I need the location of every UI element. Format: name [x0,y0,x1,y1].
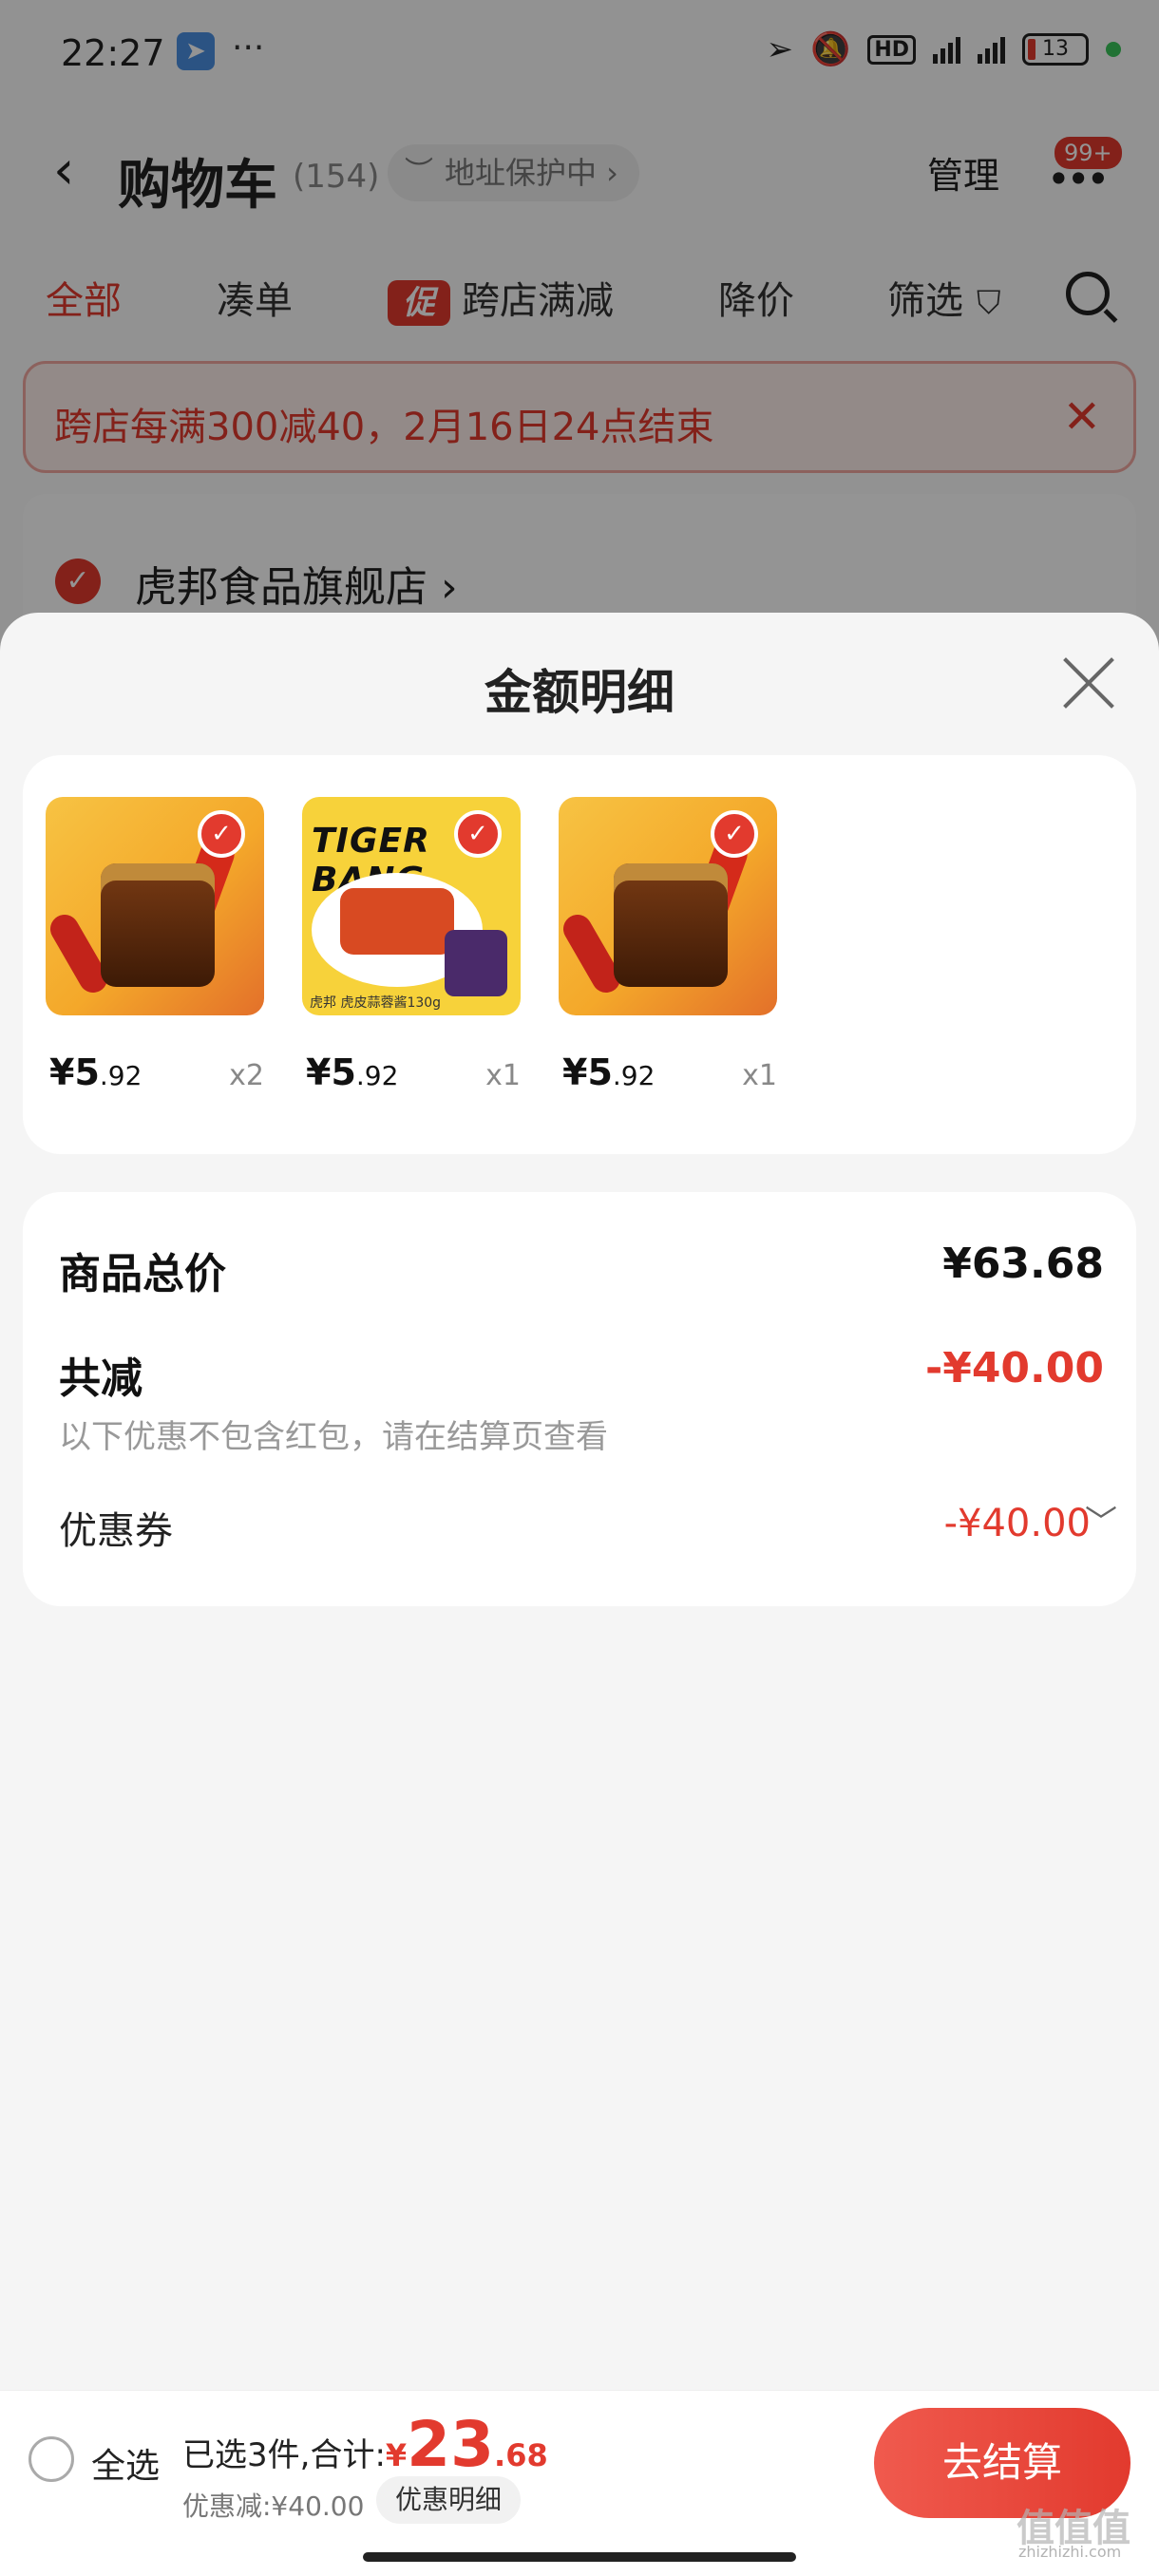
food-image [340,888,454,955]
product-price: ¥5.92 [306,1051,399,1093]
check-icon: ✓ [711,810,758,858]
total-label: 商品总价 [59,1250,226,1298]
currency-symbol: ¥ [385,2437,408,2473]
checkout-bar: 全选 已选3件,合计:¥23.68 优惠减:¥40.00 优惠明细 去结算 值值… [0,2390,1159,2576]
select-all-radio[interactable] [28,2436,74,2482]
selected-total: 已选3件,合计:¥23.68 [182,2408,548,2481]
discount-value: -¥40.00 [924,1344,1104,1392]
selected-products: ✓ ¥5.92 x2 TIGER BANG 虎邦 虎皮蒜蓉酱130g ✓ ¥5.… [23,755,1136,1154]
coupon-label[interactable]: 优惠券 [59,1500,173,1555]
discount-label: 共减 [59,1354,142,1403]
product-item[interactable]: ✓ ¥5.92 x2 [46,797,264,1101]
sauce-jar-image [614,863,728,987]
select-all-label[interactable]: 全选 [91,2438,160,2488]
discount-detail-button[interactable]: 优惠明细 [376,2476,522,2524]
check-icon: ✓ [198,810,245,858]
sauce-jar-image [101,863,215,987]
product-price: ¥5.92 [49,1051,142,1093]
product-price: ¥5.92 [562,1051,656,1093]
product-qty: x1 [485,1059,521,1092]
discount-note: 以下优惠不包含红包，请在结算页查看 [59,1418,608,1456]
sheet-title: 金额明细 [484,665,674,720]
price-summary: 商品总价 ¥63.68 共减 -¥40.00 以下优惠不包含红包，请在结算页查看… [23,1192,1136,1606]
check-icon: ✓ [454,810,502,858]
amount-detail-sheet: 金额明细 ✓ ¥5.92 x2 TIGER BANG 虎邦 虎皮蒜蓉酱130g … [0,613,1159,2389]
sauce-jar-image [445,930,507,996]
discount-line: 优惠减:¥40.00 [182,2491,365,2522]
product-qty: x1 [742,1059,777,1092]
close-icon[interactable] [1060,654,1117,711]
product-item[interactable]: TIGER BANG 虎邦 虎皮蒜蓉酱130g ✓ ¥5.92 x1 [302,797,521,1101]
modal-overlay[interactable] [0,0,1159,665]
product-qty: x2 [229,1059,264,1092]
home-indicator[interactable] [363,2552,796,2562]
product-item[interactable]: ✓ ¥5.92 x1 [559,797,777,1101]
total-decimal: .68 [494,2437,548,2473]
chevron-down-icon[interactable]: ﹀ [1085,1496,1117,1543]
coupon-value[interactable]: -¥40.00 [944,1502,1091,1545]
selected-text: 已选3件,合计: [182,2436,386,2474]
product-caption: 虎邦 虎皮蒜蓉酱130g [310,995,442,1011]
total-value: ¥63.68 [942,1240,1104,1288]
total-integer: 23 [407,2408,495,2481]
watermark-url: zhizhizhi.com [1018,2543,1122,2561]
